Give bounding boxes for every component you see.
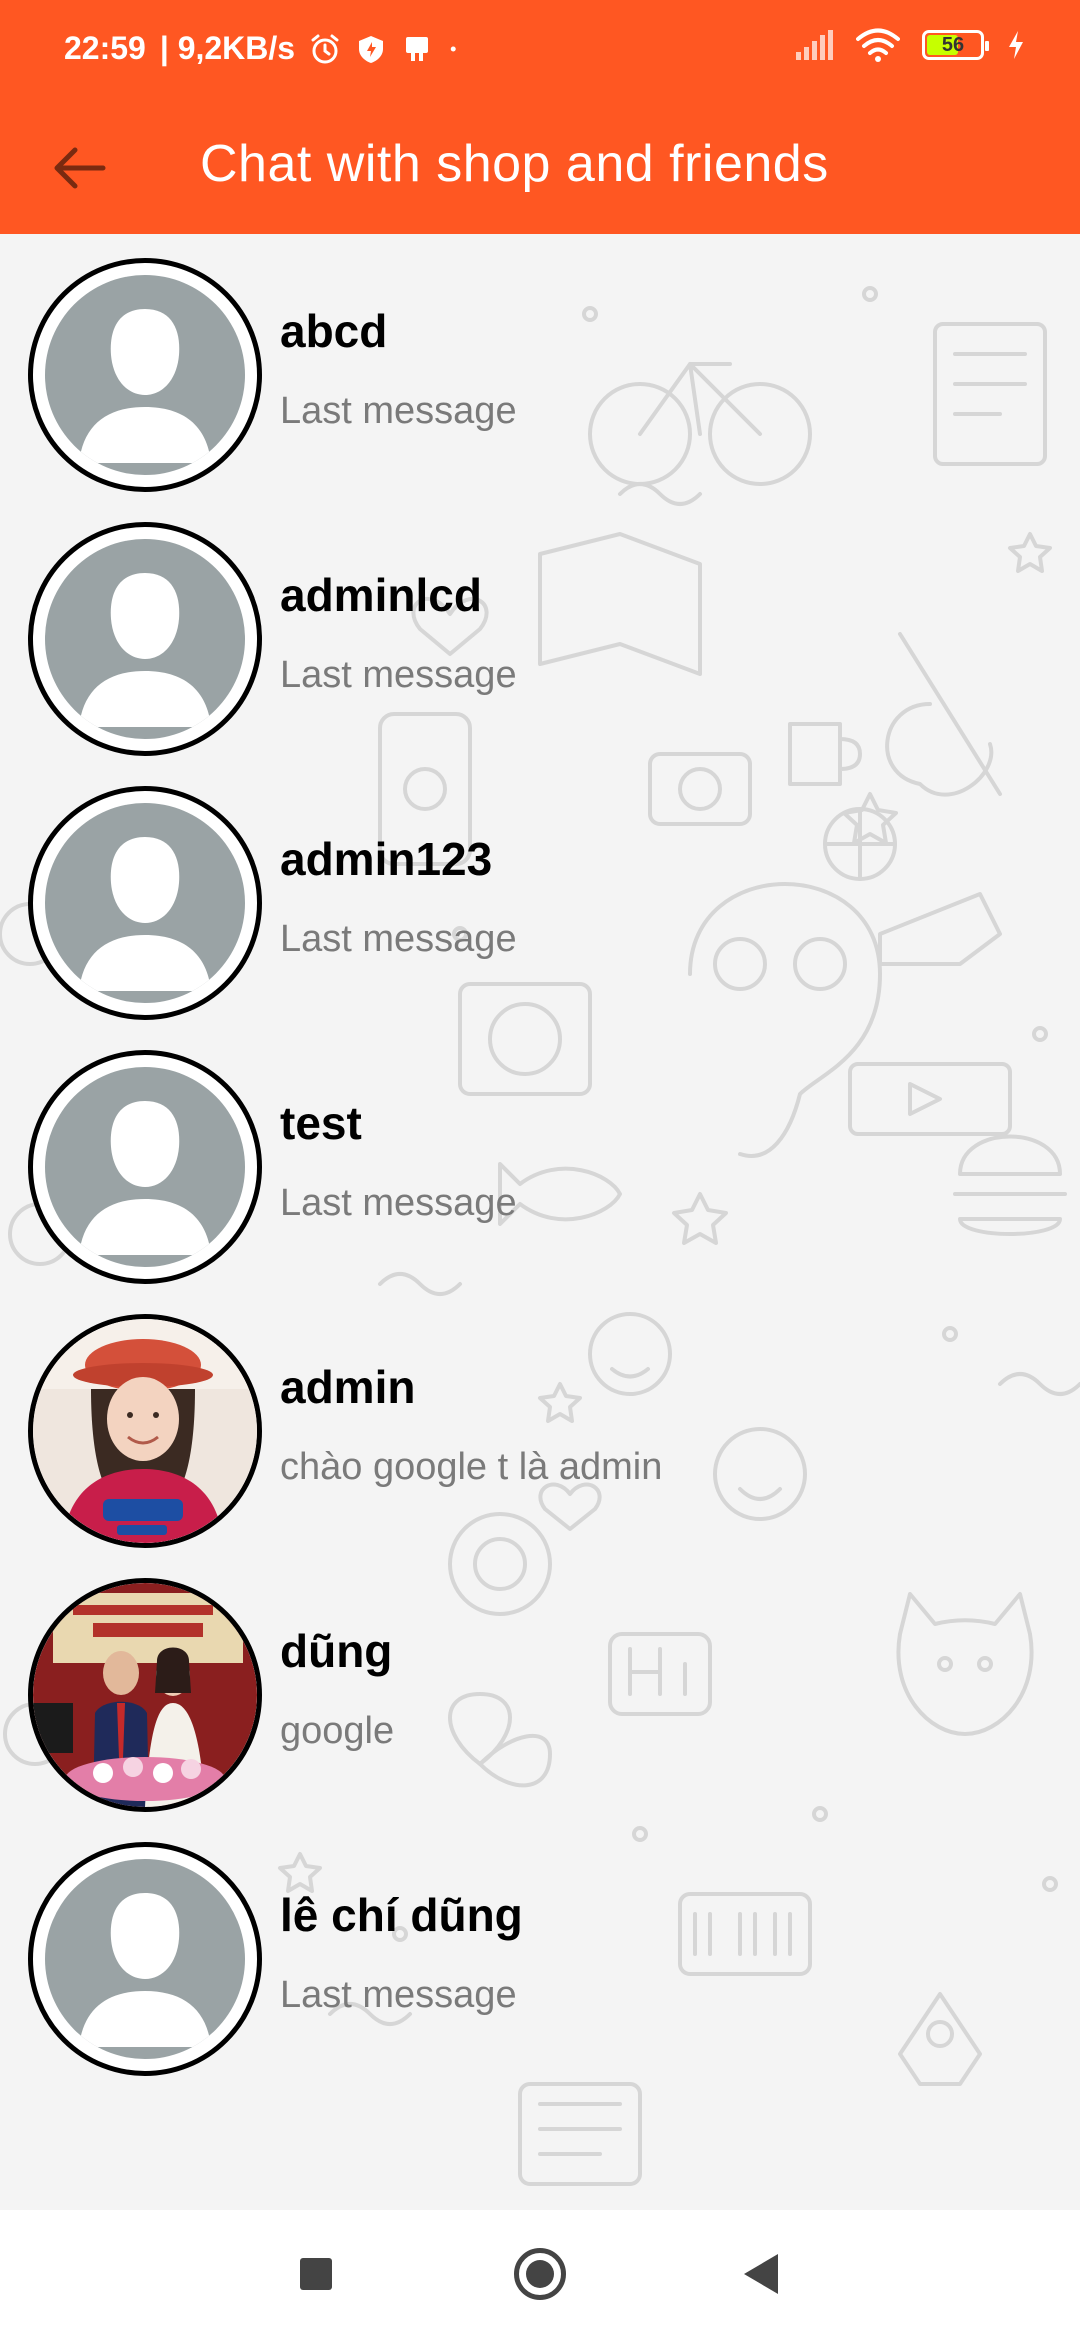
default-avatar-icon: [45, 1859, 245, 2059]
profile-photo: [33, 1319, 257, 1543]
avatar: [28, 522, 262, 756]
chat-last-message: Last message: [280, 1182, 517, 1224]
chat-name: admin: [280, 1361, 416, 1413]
chat-last-message: Last message: [280, 390, 517, 432]
wifi-icon: [856, 28, 900, 62]
status-right: 56: [794, 28, 1026, 62]
chat-item[interactable]: admin123 Last message: [0, 772, 1080, 1036]
charging-icon: [1009, 31, 1023, 59]
default-avatar-icon: [45, 539, 245, 739]
chat-name: dũng: [280, 1625, 393, 1677]
chat-item[interactable]: lê chí dũng Last message: [0, 1828, 1080, 2092]
system-nav-bar: [0, 2210, 1080, 2340]
back-button[interactable]: [40, 128, 120, 208]
battery-icon: 56: [922, 30, 989, 60]
alarm-icon: [311, 34, 339, 63]
avatar: [28, 1050, 262, 1284]
home-dot: [526, 2260, 554, 2288]
chat-last-message: chào google t là admin: [280, 1446, 663, 1488]
chat-name: admin123: [280, 833, 493, 885]
chat-name: test: [280, 1097, 362, 1149]
chat-last-message: Last message: [280, 1974, 517, 2016]
avatar: [28, 786, 262, 1020]
back-icon[interactable]: [744, 2254, 778, 2294]
status-bar: 22:59 | 9,2KB/s 56: [0, 0, 1080, 100]
dot-icon: [450, 46, 456, 51]
chat-last-message: Last message: [280, 654, 517, 696]
default-avatar-icon: [45, 1067, 245, 1267]
home-icon[interactable]: [514, 2248, 566, 2300]
profile-photo: [33, 1583, 257, 1807]
chat-item[interactable]: abcd Last message: [0, 244, 1080, 508]
chat-item[interactable]: test Last message: [0, 1036, 1080, 1300]
app-root: 22:59 | 9,2KB/s 56 Chat with shop and fr…: [0, 0, 1080, 2340]
status-left: 22:59 | 9,2KB/s: [64, 30, 467, 67]
status-time: 22:59: [64, 30, 146, 66]
chat-name: abcd: [280, 305, 388, 357]
chat-last-message: Last message: [280, 918, 517, 960]
shield-icon: [359, 35, 384, 63]
chat-last-message: google: [280, 1710, 395, 1752]
signal-icon: [796, 30, 833, 60]
status-network-speed: | 9,2KB/s: [159, 30, 296, 66]
default-avatar-icon: [45, 275, 245, 475]
app-header: Chat with shop and friends: [0, 100, 1080, 234]
avatar: [28, 258, 262, 492]
chat-item[interactable]: admin chào google t là admin: [0, 1300, 1080, 1564]
avatar: [28, 1314, 262, 1548]
chat-item[interactable]: dũng google: [0, 1564, 1080, 1828]
notification-icon: [406, 36, 429, 61]
battery-cap: [985, 41, 989, 51]
recents-icon[interactable]: [300, 2258, 332, 2290]
avatar: [28, 1842, 262, 2076]
page-title: Chat with shop and friends: [200, 135, 829, 193]
chat-name: lê chí dũng: [280, 1889, 523, 1941]
battery-level: 56: [941, 33, 965, 56]
avatar: [28, 1578, 262, 1812]
arrow-left-icon: [54, 147, 106, 189]
chat-item[interactable]: adminlcd Last message: [0, 508, 1080, 772]
chat-name: adminlcd: [280, 569, 482, 621]
default-avatar-icon: [45, 803, 245, 1003]
